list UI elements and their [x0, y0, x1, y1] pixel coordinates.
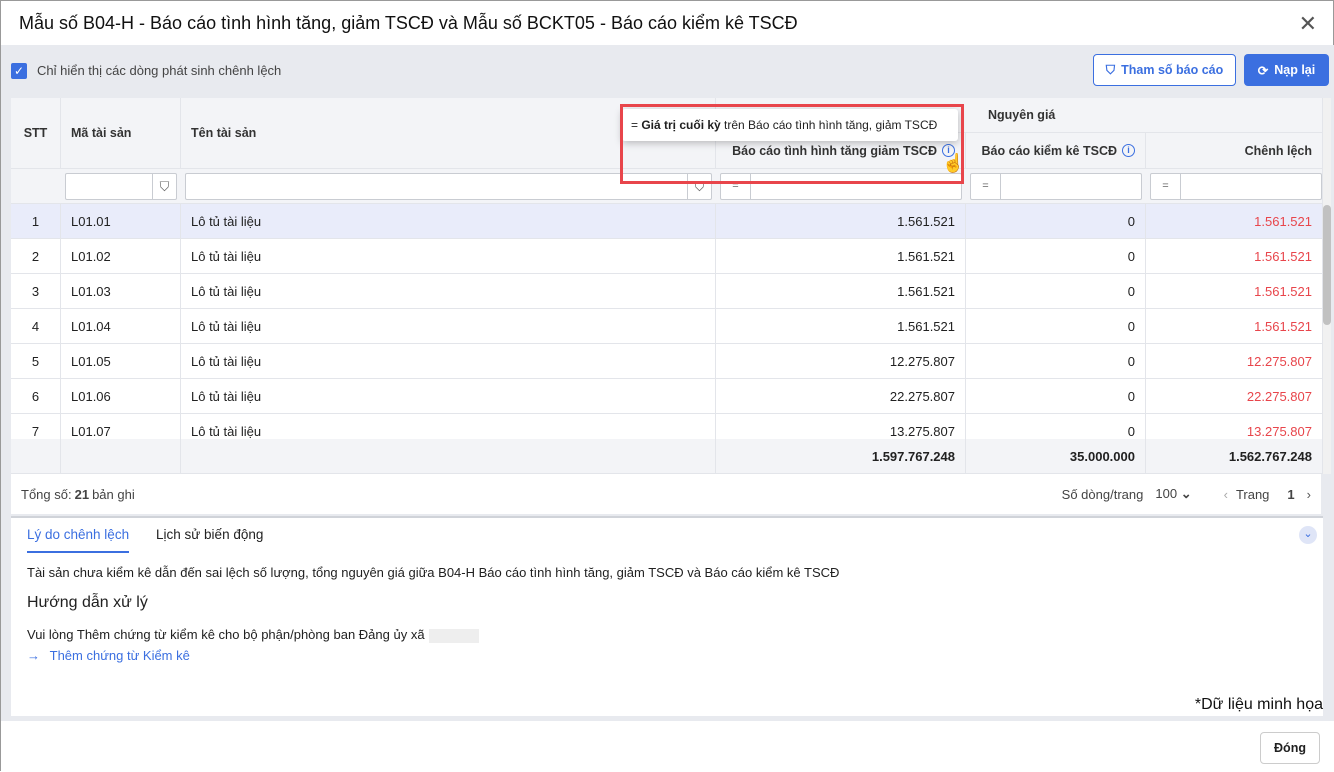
cell-name[interactable]: Lô tủ tài liệu: [181, 309, 716, 344]
total-inventory: 35.000.000: [966, 439, 1146, 474]
guide-title: Hướng dẫn xử lý: [27, 594, 148, 611]
page-number: 1: [1287, 486, 1295, 502]
cell-diff[interactable]: 1.561.521: [1146, 309, 1323, 344]
cell-report[interactable]: 1.561.521: [716, 239, 966, 274]
inventory-filter-input[interactable]: =: [970, 173, 1142, 200]
cell-inventory[interactable]: 0: [966, 239, 1146, 274]
cell-inventory[interactable]: 0: [966, 274, 1146, 309]
rows-per-page-value: 100: [1155, 486, 1178, 501]
cell-inventory[interactable]: 0: [966, 379, 1146, 414]
refresh-icon: ⟳: [1257, 63, 1269, 78]
cell-report[interactable]: 22.275.807: [716, 379, 966, 414]
cell-report[interactable]: 1.561.521: [716, 309, 966, 344]
guide-text: Vui lòng Thêm chứng từ kiểm kê cho bộ ph…: [27, 627, 425, 642]
prev-page-icon[interactable]: ‹: [1224, 487, 1228, 502]
cell-code[interactable]: L01.06: [61, 379, 181, 414]
dialog-footer: [1, 721, 1334, 772]
reload-button[interactable]: ⟳ Nạp lại: [1244, 54, 1329, 86]
cell-name[interactable]: Lô tủ tài liệu: [181, 204, 716, 239]
tab-history[interactable]: Lịch sử biến động: [156, 527, 263, 542]
next-page-icon[interactable]: ›: [1307, 487, 1311, 502]
collapse-icon[interactable]: ⌄: [1299, 526, 1317, 544]
total-diff: 1.562.767.248: [1146, 439, 1323, 474]
close-button[interactable]: Đóng: [1260, 732, 1320, 764]
cell-stt[interactable]: 4: [11, 309, 61, 344]
cell-inventory[interactable]: 0: [966, 204, 1146, 239]
header-code: Mã tài sản: [61, 98, 181, 169]
cell-diff[interactable]: 1.561.521: [1146, 239, 1323, 274]
cell-inventory[interactable]: 0: [966, 344, 1146, 379]
cell-report[interactable]: 1.561.521: [716, 204, 966, 239]
total-report: 1.597.767.248: [716, 439, 966, 474]
cell-name[interactable]: Lô tủ tài liệu: [181, 274, 716, 309]
rows-per-page-select[interactable]: 100 ⌄: [1155, 486, 1191, 502]
cell-name[interactable]: Lô tủ tài liệu: [181, 379, 716, 414]
dialog: Mẫu số B04-H - Báo cáo tình hình tăng, g…: [0, 0, 1334, 772]
total-name: [181, 439, 716, 474]
cell-code[interactable]: L01.02: [61, 239, 181, 274]
diff-filter-input[interactable]: =: [1150, 173, 1322, 200]
total-prefix: Tổng số:: [21, 486, 72, 502]
reason-text: Tài sản chưa kiểm kê dẫn đến sai lệch số…: [27, 565, 840, 580]
total-stt: [11, 439, 61, 474]
cell-code[interactable]: L01.05: [61, 344, 181, 379]
header-inventory: Báo cáo kiểm kê TSCĐ i: [966, 133, 1146, 169]
total-count: 21: [74, 486, 90, 502]
code-filter-input[interactable]: ⛉: [65, 173, 177, 200]
arrow-right-icon: →: [27, 648, 40, 663]
chevron-down-icon: ⌄: [1180, 486, 1192, 501]
cell-diff[interactable]: 1.561.521: [1146, 274, 1323, 309]
illustration-note: *Dữ liệu minh họa: [1194, 696, 1323, 713]
filter-icon: ⛉: [1105, 62, 1116, 77]
cell-code[interactable]: L01.01: [61, 204, 181, 239]
header-inventory-label: Báo cáo kiểm kê TSCĐ: [981, 143, 1117, 158]
cell-stt[interactable]: 2: [11, 239, 61, 274]
report-params-label: Tham số báo cáo: [1121, 63, 1224, 77]
cell-diff[interactable]: 22.275.807: [1146, 379, 1323, 414]
filter-operator[interactable]: =: [1151, 174, 1181, 199]
cell-report[interactable]: 12.275.807: [716, 344, 966, 379]
add-inventory-label: Thêm chứng từ Kiểm kê: [49, 648, 190, 663]
show-diff-label: Chỉ hiển thị các dòng phát sinh chênh lệ…: [37, 63, 282, 78]
cell-diff[interactable]: 12.275.807: [1146, 344, 1323, 379]
cell-diff[interactable]: 1.561.521: [1146, 204, 1323, 239]
filter-operator[interactable]: =: [971, 174, 1001, 199]
cell-code[interactable]: L01.04: [61, 309, 181, 344]
cell-inventory[interactable]: 0: [966, 309, 1146, 344]
cell-stt[interactable]: 6: [11, 379, 61, 414]
total-suffix: bản ghi: [92, 486, 135, 502]
cell-name[interactable]: Lô tủ tài liệu: [181, 239, 716, 274]
header-stt: STT: [11, 98, 61, 169]
close-icon[interactable]: ✕: [1299, 11, 1317, 37]
header-diff: Chênh lệch: [1146, 133, 1323, 169]
cell-name[interactable]: Lô tủ tài liệu: [181, 344, 716, 379]
cell-stt[interactable]: 1: [11, 204, 61, 239]
hand-cursor-icon: ☝: [942, 153, 965, 173]
table-footer: Tổng số: 21 bản ghi Số dòng/trang 100 ⌄ …: [11, 474, 1321, 514]
highlight-box: [620, 104, 964, 184]
report-params-button[interactable]: ⛉ Tham số báo cáo: [1093, 54, 1236, 86]
page-label: Trang: [1235, 486, 1270, 502]
cell-report[interactable]: 1.561.521: [716, 274, 966, 309]
scrollbar-thumb[interactable]: [1323, 205, 1331, 325]
detail-panel: Lý do chênh lệch Lịch sử biến động ⌄ Tài…: [11, 516, 1323, 716]
filter-icon[interactable]: ⛉: [152, 174, 176, 199]
tab-reason[interactable]: Lý do chênh lệch: [27, 527, 130, 553]
add-inventory-link[interactable]: → Thêm chứng từ Kiểm kê: [27, 648, 190, 663]
show-diff-checkbox[interactable]: ✓: [11, 63, 27, 79]
dialog-title: Mẫu số B04-H - Báo cáo tình hình tăng, g…: [19, 12, 798, 33]
reload-label: Nạp lại: [1274, 63, 1316, 77]
info-icon[interactable]: i: [1122, 144, 1135, 157]
cell-stt[interactable]: 3: [11, 274, 61, 309]
redacted-name: [428, 628, 479, 643]
guide-text-row: Vui lòng Thêm chứng từ kiểm kê cho bộ ph…: [27, 627, 479, 643]
cell-code[interactable]: L01.03: [61, 274, 181, 309]
cell-stt[interactable]: 5: [11, 344, 61, 379]
total-code: [61, 439, 181, 474]
rows-per-page-label: Số dòng/trang: [1061, 486, 1144, 502]
